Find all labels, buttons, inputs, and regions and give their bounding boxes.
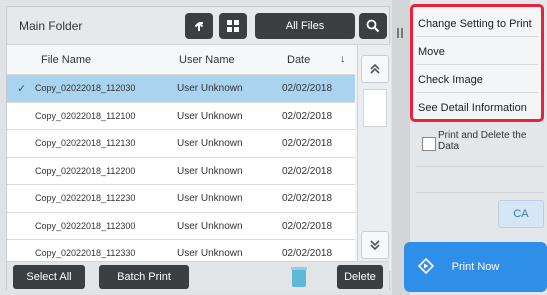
print-now-label: Print Now xyxy=(451,261,500,273)
row-user-name: User Unknown xyxy=(177,193,243,204)
table-row[interactable]: Copy_02022018_112100 User Unknown 02/02/… xyxy=(7,102,355,130)
print-now-icon xyxy=(418,258,434,274)
print-now-button[interactable]: Print Now xyxy=(404,242,547,292)
select-all-button[interactable]: Select All xyxy=(13,265,85,289)
table-row[interactable]: ✓ Copy_02022018_112030 User Unknown 02/0… xyxy=(7,75,355,103)
divider xyxy=(416,166,544,167)
scroll-up-icon xyxy=(370,63,380,74)
scroll-down-button[interactable] xyxy=(361,231,389,259)
column-date[interactable]: Date xyxy=(287,54,310,66)
row-file-name: Copy_02022018_112300 xyxy=(35,220,136,231)
folder-title: Main Folder xyxy=(19,19,83,33)
row-file-name: Copy_02022018_112030 xyxy=(35,83,136,93)
row-file-name: Copy_02022018_112330 xyxy=(35,248,136,258)
scrollbar[interactable] xyxy=(357,45,391,271)
row-date: 02/02/2018 xyxy=(282,83,333,94)
row-user-name: User Unknown xyxy=(177,83,243,94)
row-file-name: Copy_02022018_112100 xyxy=(35,110,136,121)
row-file-name: Copy_02022018_112230 xyxy=(35,193,136,203)
all-files-filter-button[interactable]: All Files xyxy=(255,13,355,39)
divider xyxy=(416,192,544,193)
search-icon xyxy=(366,19,380,33)
table-row[interactable]: Copy_02022018_112130 User Unknown 02/02/… xyxy=(7,130,355,158)
table-row[interactable]: Copy_02022018_112230 User Unknown 02/02/… xyxy=(7,185,355,213)
batch-print-button[interactable]: Batch Print xyxy=(99,265,189,289)
back-arrow-icon xyxy=(194,22,204,31)
column-file-name[interactable]: File Name xyxy=(41,54,91,66)
grid-view-button[interactable] xyxy=(219,13,247,39)
menu-item-see-detail-information[interactable]: See Detail Information xyxy=(416,95,538,121)
table-row[interactable]: Copy_02022018_112300 User Unknown 02/02/… xyxy=(7,212,355,240)
ca-button[interactable]: CA xyxy=(498,200,544,228)
action-menu: Change Setting to Print Move Check Image… xyxy=(410,4,544,122)
row-user-name: User Unknown xyxy=(177,248,243,259)
row-date: 02/02/2018 xyxy=(282,220,333,232)
top-bar: Main Folder All Files xyxy=(7,7,389,45)
print-and-delete-label: Print and Delete the Data xyxy=(438,130,527,152)
table-row[interactable]: Copy_02022018_112200 User Unknown 02/02/… xyxy=(7,157,355,185)
row-file-name: Copy_02022018_112200 xyxy=(35,165,136,176)
scroll-thumb[interactable] xyxy=(363,89,387,127)
row-date: 02/02/2018 xyxy=(282,248,333,259)
scroll-down-icon xyxy=(370,240,380,251)
grid-view-icon xyxy=(227,20,239,32)
trash-icon xyxy=(291,267,307,287)
row-date: 02/02/2018 xyxy=(282,110,333,122)
row-date: 02/02/2018 xyxy=(282,138,333,149)
scroll-up-button[interactable] xyxy=(361,55,389,83)
delete-button[interactable]: Delete xyxy=(337,265,383,289)
file-rows: ✓ Copy_02022018_112030 User Unknown 02/0… xyxy=(7,75,355,268)
row-user-name: User Unknown xyxy=(177,165,243,177)
sort-down-icon[interactable]: ↓ xyxy=(340,53,346,65)
row-file-name: Copy_02022018_112130 xyxy=(35,138,136,148)
row-date: 02/02/2018 xyxy=(282,165,333,177)
table-header: File Name User Name Date ↓ xyxy=(7,45,355,75)
menu-item-check-image[interactable]: Check Image xyxy=(416,67,538,93)
check-icon: ✓ xyxy=(17,83,27,95)
row-user-name: User Unknown xyxy=(177,138,243,149)
row-user-name: User Unknown xyxy=(177,220,243,232)
screen: Main Folder All Files File Name User Nam… xyxy=(0,0,547,295)
row-date: 02/02/2018 xyxy=(282,193,333,204)
pause-icon xyxy=(397,28,403,38)
column-user-name[interactable]: User Name xyxy=(179,54,235,66)
row-user-name: User Unknown xyxy=(177,110,243,122)
menu-item-change-setting-to-print[interactable]: Change Setting to Print xyxy=(416,11,538,37)
file-list-panel: Main Folder All Files File Name User Nam… xyxy=(6,6,391,291)
back-button[interactable] xyxy=(185,13,213,39)
bottom-bar: Select All Batch Print Delete xyxy=(7,261,389,291)
search-button[interactable] xyxy=(359,13,387,39)
print-and-delete-checkbox[interactable] xyxy=(422,137,436,151)
menu-item-move[interactable]: Move xyxy=(416,39,538,65)
print-and-delete-option[interactable]: Print and Delete the Data xyxy=(416,126,544,162)
action-panel: Change Setting to Print Move Check Image… xyxy=(392,0,547,295)
